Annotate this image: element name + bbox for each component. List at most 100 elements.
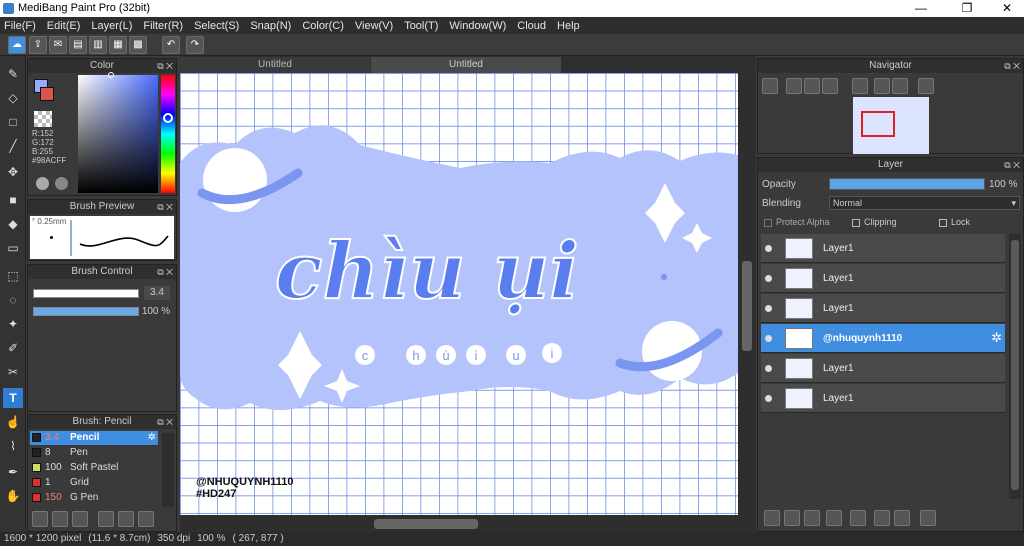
hand-tool-icon[interactable]: ✋ <box>3 486 23 506</box>
menu-select[interactable]: Select(S) <box>194 20 239 32</box>
add-brush-icon[interactable] <box>32 511 48 527</box>
close-button[interactable]: ✕ <box>990 0 1024 17</box>
horizontal-scroll-thumb[interactable] <box>374 519 478 529</box>
menu-snap[interactable]: Snap(N) <box>250 20 291 32</box>
bucket-tool-icon[interactable]: ◆ <box>3 214 23 234</box>
brush-item-pencil[interactable]: 3.4 Pencil ✲ <box>30 431 158 445</box>
gradient-tool-icon[interactable]: ▭ <box>3 238 23 258</box>
menu-edit[interactable]: Edit(E) <box>47 20 81 32</box>
menu-file[interactable]: File(F) <box>4 20 36 32</box>
navigator-thumbnail[interactable] <box>853 97 929 154</box>
select-pen-icon[interactable]: ✐ <box>3 338 23 358</box>
saturation-value-picker[interactable] <box>78 75 158 193</box>
gear-icon[interactable]: ✲ <box>991 330 1002 346</box>
color-wheel-icon[interactable] <box>36 177 49 190</box>
brush-tool-icon[interactable]: ✎ <box>3 64 23 84</box>
folder-icon[interactable] <box>850 510 866 526</box>
duplicate-icon[interactable] <box>138 511 154 527</box>
gear-icon[interactable]: ✲ <box>148 431 156 445</box>
document-icon[interactable]: ▥ <box>89 36 107 54</box>
comment-icon[interactable]: ✉ <box>49 36 67 54</box>
menu-window[interactable]: Window(W) <box>449 20 506 32</box>
rectangle-tool-icon[interactable]: □ <box>3 112 23 132</box>
drawing-canvas[interactable]: chìu ụi c h ù i u i @NHUQUYNH1110 #HD247 <box>180 73 738 515</box>
brush-opacity-slider[interactable] <box>33 307 139 316</box>
flip-icon[interactable] <box>918 78 934 94</box>
brush-item-pen[interactable]: 8 Pen <box>30 446 158 460</box>
cloud-icon[interactable]: ☁ <box>8 36 26 54</box>
color-palette-icon[interactable] <box>55 177 68 190</box>
lock-checkbox[interactable] <box>939 219 947 227</box>
layer-row[interactable]: Layer1 <box>761 294 1005 323</box>
menu-help[interactable]: Help <box>557 20 580 32</box>
grid-icon[interactable]: ▩ <box>129 36 147 54</box>
rotate-left-icon[interactable] <box>852 78 868 94</box>
minimize-button[interactable]: — <box>904 0 938 17</box>
brush-item-grid[interactable]: 1 Grid <box>30 476 158 490</box>
brush-opacity-value[interactable]: 100 % <box>140 305 172 319</box>
merge-layer-icon[interactable] <box>894 510 910 526</box>
menu-color[interactable]: Color(C) <box>302 20 344 32</box>
select-rect-icon[interactable]: ⬚ <box>3 266 23 286</box>
undo-icon[interactable]: ↶ <box>162 36 180 54</box>
new-layer-8bit-icon[interactable] <box>784 510 800 526</box>
magic-wand-icon[interactable]: ✦ <box>3 314 23 334</box>
layer-row[interactable]: Layer1 <box>761 354 1005 383</box>
eraser-tool-icon[interactable]: ◇ <box>3 88 23 108</box>
layer-opacity-slider[interactable] <box>829 178 985 190</box>
menu-filter[interactable]: Filter(R) <box>143 20 183 32</box>
eyedropper-icon[interactable]: ⌇ <box>3 436 23 456</box>
new-brush-icon[interactable] <box>52 511 68 527</box>
hue-slider-handle[interactable] <box>163 113 173 123</box>
menu-view[interactable]: View(V) <box>355 20 393 32</box>
text-tool-icon[interactable]: T <box>3 388 23 408</box>
new-layer-icon[interactable] <box>764 510 780 526</box>
layer-scrollbar[interactable] <box>1009 234 1021 499</box>
panel-close-icon[interactable]: ⧉ ✕ <box>157 200 173 214</box>
menu-cloud[interactable]: Cloud <box>517 20 546 32</box>
brush-settings-icon[interactable] <box>72 511 88 527</box>
actual-size-icon[interactable] <box>822 78 838 94</box>
copy-brush-icon[interactable] <box>98 511 114 527</box>
clipping-checkbox[interactable] <box>852 219 860 227</box>
trash-icon[interactable] <box>920 510 936 526</box>
chat-icon[interactable]: ▤ <box>69 36 87 54</box>
eye-icon[interactable] <box>765 245 772 252</box>
eye-icon[interactable] <box>765 305 772 312</box>
panel-close-icon[interactable]: ⧉ ✕ <box>1004 59 1020 73</box>
zoom-in-icon[interactable] <box>762 78 778 94</box>
brush-item-g-pen[interactable]: 150 G Pen <box>30 491 158 505</box>
blending-select[interactable]: Normal ▾ <box>829 196 1020 210</box>
brush-item-soft-pastel[interactable]: 100 Soft Pastel <box>30 461 158 475</box>
line-tool-icon[interactable]: ╱ <box>3 136 23 156</box>
brush-list-scrollbar[interactable] <box>162 433 174 507</box>
tab-untitled-2[interactable]: Untitled <box>371 57 561 73</box>
fit-icon[interactable] <box>804 78 820 94</box>
layer-row[interactable]: Layer1 <box>761 234 1005 263</box>
panel-close-icon[interactable]: ⧉ ✕ <box>1004 158 1020 172</box>
new-layer-1bit-icon[interactable] <box>804 510 820 526</box>
upload-icon[interactable]: ⇪ <box>29 36 47 54</box>
layer-row[interactable]: Layer1 <box>761 384 1005 413</box>
duplicate-layer-icon[interactable] <box>874 510 890 526</box>
folder-icon[interactable] <box>118 511 134 527</box>
zoom-out-icon[interactable] <box>786 78 802 94</box>
menu-tool[interactable]: Tool(T) <box>404 20 438 32</box>
reset-rotation-icon[interactable] <box>874 78 890 94</box>
eye-icon[interactable] <box>765 335 772 342</box>
panel-close-icon[interactable]: ⧉ ✕ <box>157 265 173 279</box>
background-color-swatch[interactable] <box>40 87 54 101</box>
add-layer-menu-icon[interactable] <box>826 510 842 526</box>
brush-size-value[interactable]: 3.4 <box>144 286 170 300</box>
brush-size-slider[interactable] <box>33 289 139 298</box>
fill-rect-tool-icon[interactable]: ■ <box>3 190 23 210</box>
layer-row-selected[interactable]: @nhuquynh1110 ✲ <box>761 324 1005 353</box>
redo-icon[interactable]: ↷ <box>186 36 204 54</box>
canvas-horizontal-scrollbar[interactable] <box>180 515 756 532</box>
protect-alpha-checkbox[interactable] <box>764 219 772 227</box>
operation-tool-icon[interactable]: ☝ <box>3 412 23 432</box>
maximize-button[interactable]: ❐ <box>950 0 984 17</box>
transparent-swatch[interactable] <box>34 111 52 127</box>
eye-icon[interactable] <box>765 365 772 372</box>
viewport-indicator[interactable] <box>861 111 895 137</box>
